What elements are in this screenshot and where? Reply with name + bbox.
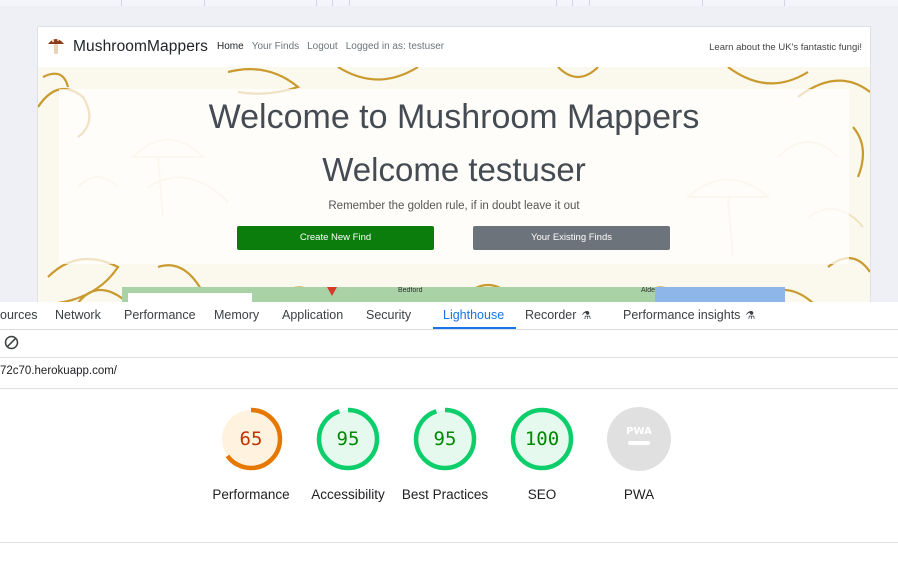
hero-section: Welcome to Mushroom Mappers Welcome test… [38, 67, 870, 303]
tab-memory[interactable]: Memory [214, 302, 259, 329]
gauge-label-seo: SEO [527, 487, 557, 502]
tab-performance-insights[interactable]: Performance insights ⚗ [623, 302, 755, 329]
your-existing-finds-button[interactable]: Your Existing Finds [473, 226, 670, 250]
hero-golden-rule: Remember the golden rule, if in doubt le… [328, 200, 580, 212]
gauge-accessibility[interactable]: 95 [316, 407, 380, 471]
map-water [655, 287, 785, 303]
score-value: 95 [336, 428, 360, 450]
gauge-label-performance: Performance [212, 487, 290, 502]
flask-icon: ⚗ [581, 310, 592, 322]
site-tagline: Learn about the UK's fantastic fungi! [709, 42, 862, 53]
lighthouse-toolbar [0, 330, 898, 358]
website-viewport: MushroomMappers Home Your Finds Logout L… [37, 26, 871, 304]
gauge-seo[interactable]: 100 [510, 407, 574, 471]
pwa-badge-text: PWA [626, 426, 652, 437]
create-new-find-button[interactable]: Create New Find [237, 226, 434, 250]
report-divider [0, 542, 898, 543]
flask-icon: ⚗ [745, 310, 756, 322]
clear-block-icon[interactable] [4, 335, 19, 350]
tab-security[interactable]: Security [366, 302, 411, 329]
devtools-panel: ources Network Performance Memory Applic… [0, 302, 898, 561]
tab-lighthouse[interactable]: Lighthouse [432, 302, 517, 329]
tab-recorder-label: Recorder [525, 308, 577, 322]
tab-network[interactable]: Network [55, 302, 101, 329]
score-value: 95 [433, 428, 457, 450]
nav-logout[interactable]: Logout [307, 41, 338, 52]
score-value: 65 [239, 428, 263, 450]
nav-your-finds[interactable]: Your Finds [252, 41, 299, 52]
devtools-tabbar: ources Network Performance Memory Applic… [0, 302, 898, 330]
tab-sources[interactable]: ources [0, 302, 38, 329]
site-brand[interactable]: MushroomMappers [73, 38, 208, 56]
tab-application[interactable]: Application [282, 302, 343, 329]
tab-performance-insights-label: Performance insights [623, 308, 741, 322]
hero-title: Welcome to Mushroom Mappers [208, 98, 700, 136]
report-url-bar: 72c70.herokuapp.com/ [0, 358, 898, 389]
gauge-pwa[interactable]: PWA [607, 407, 671, 471]
gauge-label-best-practices: Best Practices [401, 487, 489, 502]
lighthouse-scores: 65 Performance 95 Accessibility 95 Best … [0, 389, 898, 542]
gauge-label-pwa: PWA [623, 487, 655, 502]
site-nav: Home Your Finds Logout Logged in as: tes… [217, 41, 444, 52]
gauge-best-practices[interactable]: 95 [413, 407, 477, 471]
site-navbar: MushroomMappers Home Your Finds Logout L… [38, 27, 870, 67]
map-label-bedford: Bedford [398, 287, 423, 294]
mushroom-logo-icon[interactable] [47, 36, 65, 56]
gauge-performance[interactable]: 65 [219, 407, 283, 471]
map-pin-icon[interactable] [327, 287, 337, 296]
nav-home[interactable]: Home [217, 41, 244, 52]
score-value: 100 [524, 428, 560, 450]
report-url[interactable]: 72c70.herokuapp.com/ [0, 365, 117, 377]
top-ruler [0, 0, 898, 6]
nav-logged-in-as: Logged in as: testuser [345, 41, 445, 52]
finds-map[interactable]: Bedford Aldeburgh [122, 287, 785, 303]
tab-performance[interactable]: Performance [124, 302, 196, 329]
pwa-badge-icon: PWA [607, 407, 671, 471]
gauge-label-accessibility: Accessibility [311, 487, 385, 502]
tab-recorder[interactable]: Recorder ⚗ [525, 302, 591, 329]
hero-welcome: Welcome testuser [322, 151, 586, 188]
